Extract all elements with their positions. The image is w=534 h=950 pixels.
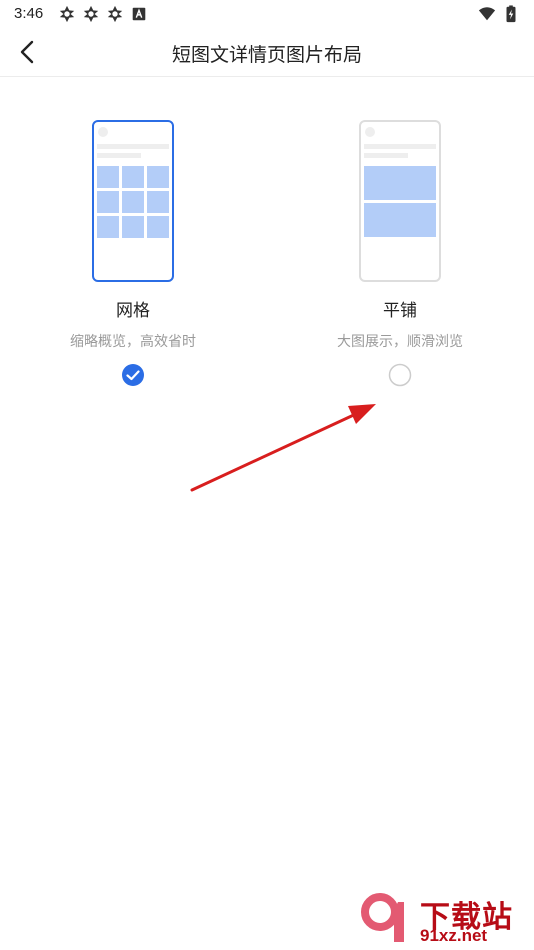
page-title: 短图文详情页图片布局 [171, 45, 362, 66]
site-logo-icon [361, 893, 404, 942]
radio-checked-icon[interactable] [121, 363, 145, 387]
option-description: 缩略概览，高效省时 [70, 333, 196, 349]
layout-option-grid[interactable]: 网格 缩略概览，高效省时 [33, 120, 233, 387]
vpn-shield-icon [107, 5, 123, 23]
wifi-icon [478, 7, 496, 21]
watermark: 下载站 91xz.net [358, 892, 528, 948]
option-description: 大图展示，顺滑浏览 [337, 333, 463, 349]
font-a-icon [132, 7, 146, 21]
vpn-shield-icon [83, 5, 99, 23]
battery-charging-icon [506, 5, 516, 23]
vpn-shield-icon [59, 5, 75, 23]
grid-layout-preview [92, 120, 174, 282]
tile-layout-preview [359, 120, 441, 282]
watermark-url: 91xz.net [420, 926, 488, 945]
top-app-bar: 短图文详情页图片布局 [0, 28, 534, 77]
status-bar: 3:46 [0, 0, 534, 28]
option-label: 平铺 [383, 301, 417, 320]
layout-option-tile[interactable]: 平铺 大图展示，顺滑浏览 [300, 120, 500, 387]
radio-unchecked-icon[interactable] [388, 363, 412, 387]
option-label: 网格 [116, 301, 150, 320]
status-time: 3:46 [14, 5, 44, 22]
